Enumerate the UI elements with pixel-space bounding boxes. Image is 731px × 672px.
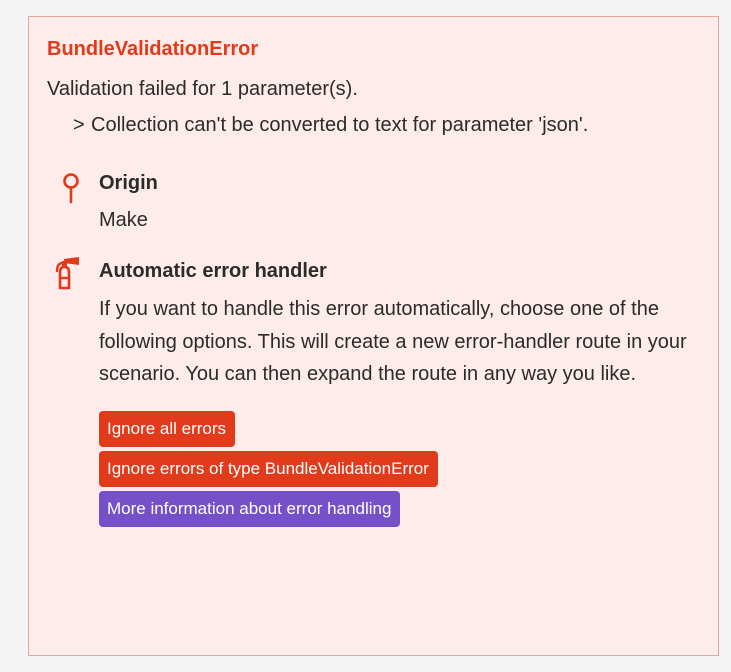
- ignore-all-errors-button[interactable]: Ignore all errors: [99, 410, 236, 447]
- error-detail-text: Collection can't be converted to text fo…: [91, 114, 589, 136]
- error-handler-section: Automatic error handler If you want to h…: [47, 257, 700, 527]
- error-panel: BundleValidationError Validation failed …: [28, 16, 719, 656]
- fire-extinguisher-icon: [55, 257, 79, 290]
- chevron-right-icon: >: [73, 114, 85, 136]
- error-handler-description: If you want to handle this error automat…: [99, 298, 687, 385]
- origin-section: Origin Make: [47, 169, 700, 235]
- location-pin-icon: [63, 173, 79, 204]
- error-handling-info-button[interactable]: More information about error handling: [99, 490, 401, 527]
- ignore-errors-of-type-button[interactable]: Ignore errors of type BundleValidationEr…: [99, 450, 438, 487]
- error-detail: > Collection can't be converted to text f…: [47, 109, 663, 141]
- error-handler-actions: Ignore all errors Ignore errors of type …: [99, 410, 700, 527]
- error-message: Validation failed for 1 parameter(s).: [47, 78, 358, 100]
- error-handler-title: Automatic error handler: [99, 260, 327, 282]
- origin-title: Origin: [99, 172, 158, 194]
- origin-value: Make: [99, 209, 148, 231]
- error-title: BundleValidationError: [47, 38, 259, 60]
